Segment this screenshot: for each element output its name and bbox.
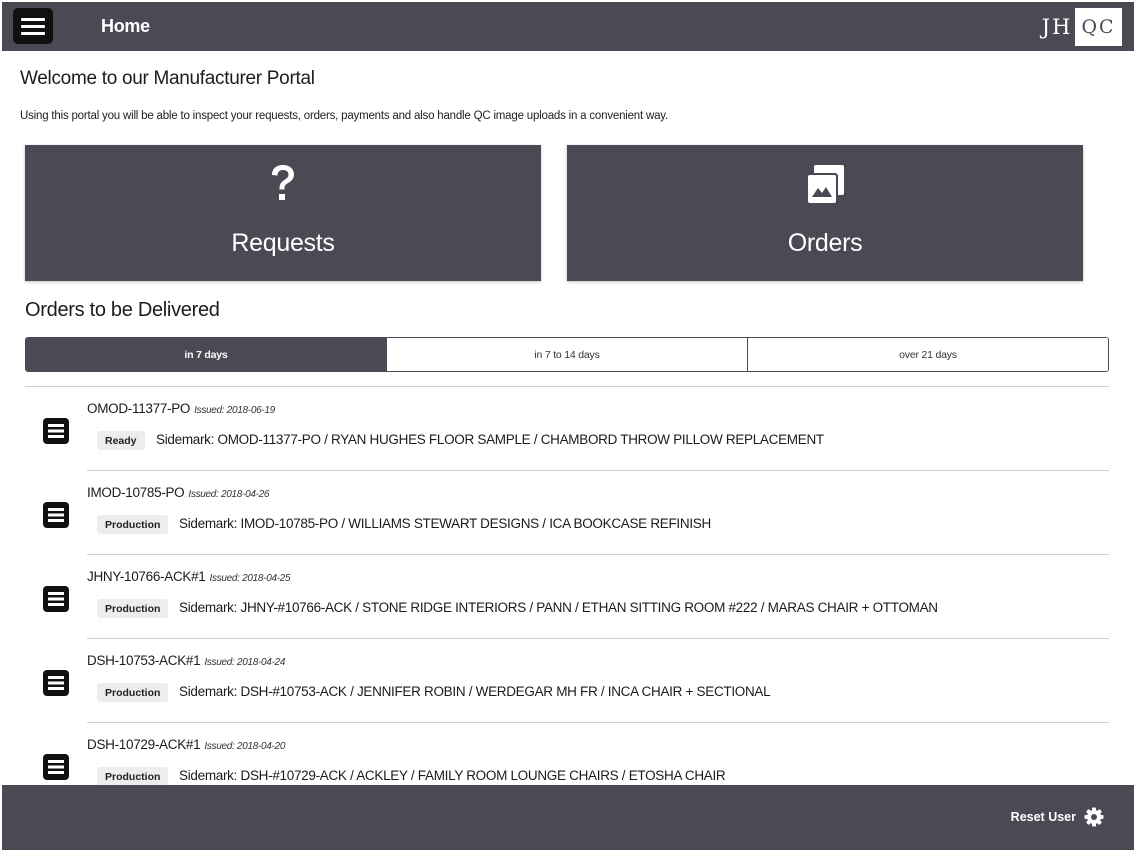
order-row[interactable]: JHNY-10766-ACK#1 Issued: 2018-04-25 Produ… [25, 554, 1109, 638]
order-row[interactable]: DSH-10753-ACK#1 Issued: 2018-04-24 Produc… [25, 638, 1109, 722]
order-row[interactable]: IMOD-10785-PO Issued: 2018-04-26 Producti… [25, 470, 1109, 554]
document-list-icon [43, 418, 69, 444]
logo-qc: QC [1075, 8, 1122, 46]
welcome-description: Using this portal you will be able to in… [20, 110, 668, 122]
tab-in-7-to-14-days[interactable]: in 7 to 14 days [386, 338, 747, 371]
order-sidemark: Sidemark: OMOD-11377-PO / RYAN HUGHES FL… [156, 432, 824, 447]
order-row[interactable]: OMOD-11377-PO Issued: 2018-06-19 Ready Si… [25, 386, 1109, 470]
tab-over-21-days[interactable]: over 21 days [747, 338, 1108, 371]
order-id: DSH-10753-ACK#1 Issued: 2018-04-24 [87, 653, 286, 668]
footer-bar: Reset User [2, 785, 1134, 850]
order-id: IMOD-10785-PO Issued: 2018-04-26 [87, 485, 270, 500]
page-title: Home [101, 16, 150, 36]
document-list-icon [43, 754, 69, 780]
menu-line-icon [21, 24, 45, 28]
requests-tile-label: Requests [231, 229, 335, 257]
delivery-range-tabs: in 7 days in 7 to 14 days over 21 days [25, 337, 1109, 372]
order-issued-date: Issued: 2018-04-25 [209, 573, 291, 584]
order-issued-date: Issued: 2018-06-19 [194, 405, 275, 416]
status-badge: Production [97, 599, 169, 618]
gear-icon [1084, 807, 1104, 827]
orders-tile-label: Orders [787, 229, 863, 257]
status-badge: Ready [97, 431, 145, 450]
status-badge: Production [97, 515, 169, 534]
order-issued-date: Issued: 2018-04-20 [204, 741, 286, 752]
order-id: DSH-10729-ACK#1 Issued: 2018-04-20 [87, 737, 286, 752]
reset-user-button[interactable]: Reset User [1011, 807, 1104, 827]
menu-line-icon [21, 31, 45, 35]
reset-user-label: Reset User [1010, 810, 1076, 824]
order-sidemark: Sidemark: DSH-#10729-ACK / ACKLEY / FAMI… [179, 768, 726, 783]
order-id: OMOD-11377-PO Issued: 2018-06-19 [87, 401, 275, 416]
image-stack-icon [567, 163, 1083, 205]
hamburger-menu-button[interactable] [13, 8, 53, 44]
welcome-title: Welcome to our Manufacturer Portal [20, 68, 315, 89]
order-sidemark: Sidemark: JHNY-#10766-ACK / STONE RIDGE … [179, 600, 938, 615]
order-sidemark: Sidemark: DSH-#10753-ACK / JENNIFER ROBI… [179, 684, 771, 699]
requests-tile-button[interactable]: Requests [25, 145, 541, 281]
document-list-icon [43, 586, 69, 612]
order-issued-date: Issued: 2018-04-26 [188, 489, 270, 500]
document-list-icon [43, 502, 69, 528]
tab-in-7-days[interactable]: in 7 days [26, 338, 386, 371]
orders-tile-button[interactable]: Orders [567, 145, 1083, 281]
brand-logo: JH QC [1039, 8, 1122, 46]
status-badge: Production [97, 683, 169, 702]
orders-list: OMOD-11377-PO Issued: 2018-06-19 Ready Si… [25, 386, 1109, 806]
menu-line-icon [21, 17, 45, 21]
logo-jh: JH [1041, 15, 1073, 39]
status-badge: Production [97, 767, 169, 786]
order-id: JHNY-10766-ACK#1 Issued: 2018-04-25 [87, 569, 291, 584]
order-issued-date: Issued: 2018-04-24 [204, 657, 286, 668]
document-list-icon [43, 670, 69, 696]
order-sidemark: Sidemark: IMOD-10785-PO / WILLIAMS STEWA… [179, 516, 711, 531]
app-frame: Home JH QC Welcome to our Manufacturer P… [2, 2, 1134, 850]
question-mark-icon [25, 163, 541, 205]
orders-section-title: Orders to be Delivered [25, 299, 220, 321]
top-bar: Home JH QC [2, 2, 1134, 51]
